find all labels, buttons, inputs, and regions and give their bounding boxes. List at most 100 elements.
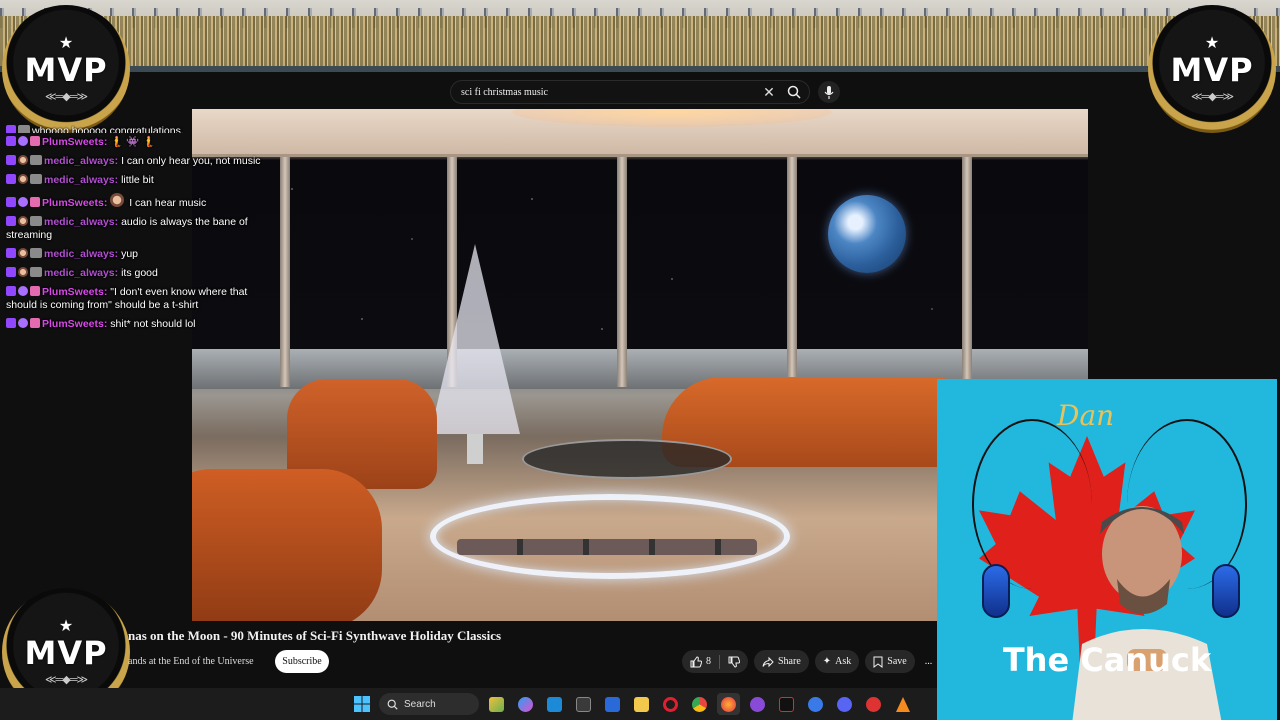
thumbs-down-icon[interactable]: [728, 656, 740, 668]
sub-badge-icon: [30, 248, 42, 258]
taskbar-copilot[interactable]: [514, 693, 537, 715]
taskbar-search[interactable]: Search: [379, 693, 479, 715]
firefox-icon: [721, 696, 736, 712]
sparkle-icon: ✦: [822, 656, 832, 667]
streamer-camera-feed: [1072, 506, 1222, 720]
search-input[interactable]: sci fi christmas music: [461, 87, 759, 98]
clear-search-button[interactable]: ✕: [759, 84, 779, 101]
thumbs-up-icon: [690, 655, 702, 667]
chrome-icon: [692, 696, 707, 712]
window-pillar: [280, 157, 290, 387]
window-pillar: [787, 157, 797, 387]
chat-message: shit* not should lol: [110, 318, 196, 330]
avatar-icon: [18, 216, 28, 226]
star-icon: ★: [58, 34, 74, 52]
chat-line: PlumSweets: shit* not should lol: [4, 315, 276, 334]
chat-username[interactable]: medic_always: [44, 267, 115, 279]
taskbar-calculator[interactable]: [572, 693, 595, 715]
share-label: Share: [778, 656, 801, 667]
model-train: [457, 539, 757, 555]
taskbar-firefox[interactable]: [717, 693, 740, 715]
taskbar-store[interactable]: [601, 693, 624, 715]
moderator-badge-icon: [18, 318, 28, 328]
chat-username[interactable]: medic_always: [44, 248, 115, 260]
chat-username[interactable]: medic_always: [44, 155, 115, 167]
screen: ★ MVP ≪═◆═≫ ★ MVP ≪═◆═≫ ★ MVP ≪═◆═≫ sci …: [0, 0, 1280, 720]
bookmark-icon: [873, 656, 883, 668]
sub-badge-icon: [30, 155, 42, 165]
earth-image: [828, 195, 906, 273]
avatar-icon: [18, 174, 28, 184]
chat-line: PlumSweets: 🧜 👾 🧜: [4, 133, 276, 152]
search-button[interactable]: [779, 80, 809, 104]
app-icon: [866, 696, 881, 712]
more-actions-button[interactable]: ...: [921, 650, 937, 673]
chat-line-partial: whoooo hooooo congratulations.: [4, 125, 276, 133]
channel-name[interactable]: ands at the End of the Universe: [128, 656, 254, 667]
mvp-badge-top-left: ★ MVP ≪═◆═≫: [2, 5, 130, 133]
vlc-icon: [895, 696, 910, 712]
moderator-badge-icon: [18, 136, 28, 146]
broadcaster-badge-icon: [6, 286, 16, 296]
star-icon: ★: [1204, 34, 1220, 52]
chat-username[interactable]: PlumSweets: [42, 197, 104, 209]
like-count: 8: [706, 656, 711, 667]
webcam-label: The Canuck: [1002, 641, 1212, 679]
chat-message: little bit: [121, 174, 154, 186]
taskbar-photos[interactable]: [543, 693, 566, 715]
taskbar-widgets[interactable]: [485, 693, 508, 715]
taskbar-app-red[interactable]: [862, 693, 885, 715]
save-button[interactable]: Save: [865, 650, 915, 673]
avatar-icon: [18, 155, 28, 165]
video-app-icon: [808, 696, 823, 712]
chat-line: medic_always: its good: [4, 264, 276, 283]
window-pillar: [617, 157, 627, 387]
start-button[interactable]: [350, 693, 373, 715]
sub-badge-icon: [30, 174, 42, 184]
broadcaster-badge-icon: [6, 267, 16, 277]
chat-message: I can only hear you, not music: [121, 155, 261, 167]
broadcaster-badge-icon: [6, 136, 16, 146]
banner-ammo-row: [0, 16, 1280, 68]
stream-banner: [0, 0, 1280, 72]
broadcaster-badge-icon: [6, 155, 16, 165]
taskbar-app-video[interactable]: [804, 693, 827, 715]
subscribe-button[interactable]: Subscribe: [275, 650, 329, 673]
chat-username[interactable]: medic_always: [44, 174, 115, 186]
ask-button[interactable]: ✦ Ask: [814, 650, 860, 673]
chat-username[interactable]: PlumSweets: [42, 136, 104, 148]
moderator-badge-icon: [18, 286, 28, 296]
glass-coffee-table: [522, 439, 732, 479]
mouse-icon: [982, 564, 1010, 618]
wings-icon: ≪═◆═≫: [1190, 90, 1234, 103]
chat-message: 🧜 👾 🧜: [110, 136, 156, 148]
webcam-overlay: Dan The Canuck: [937, 379, 1277, 720]
share-button[interactable]: Share: [754, 650, 809, 673]
chat-username[interactable]: PlumSweets: [42, 318, 104, 330]
taskbar-vlc[interactable]: [891, 693, 914, 715]
taskbar-discord[interactable]: [833, 693, 856, 715]
mvp-badge-text: MVP: [1170, 50, 1254, 89]
video-title: nas on the Moon - 90 Minutes of Sci-Fi S…: [128, 628, 502, 643]
chat-line: PlumSweets: I can hear music: [4, 190, 276, 213]
broadcaster-badge-icon: [6, 197, 16, 207]
taskbar-app-infinity[interactable]: [746, 693, 769, 715]
chat-username[interactable]: PlumSweets: [42, 286, 104, 298]
divider: [719, 654, 720, 669]
taskbar-opera[interactable]: [659, 693, 682, 715]
wings-icon: ≪═◆═≫: [44, 90, 88, 103]
avatar-icon: [18, 248, 28, 258]
search-bar[interactable]: sci fi christmas music ✕: [450, 80, 810, 104]
taskbar-chrome[interactable]: [688, 693, 711, 715]
taskbar-app-dark[interactable]: [775, 693, 798, 715]
infinity-icon: [750, 696, 765, 712]
like-button[interactable]: 8: [682, 650, 748, 673]
taskbar-file-explorer[interactable]: [630, 693, 653, 715]
mvp-badge-text: MVP: [24, 633, 108, 672]
store-icon: [605, 696, 620, 712]
chat-message: yup: [121, 248, 138, 260]
chat-username[interactable]: medic_always: [44, 216, 115, 228]
voice-search-button[interactable]: [818, 81, 840, 103]
glowing-train-track: [430, 494, 790, 579]
broadcaster-badge-icon: [6, 248, 16, 258]
